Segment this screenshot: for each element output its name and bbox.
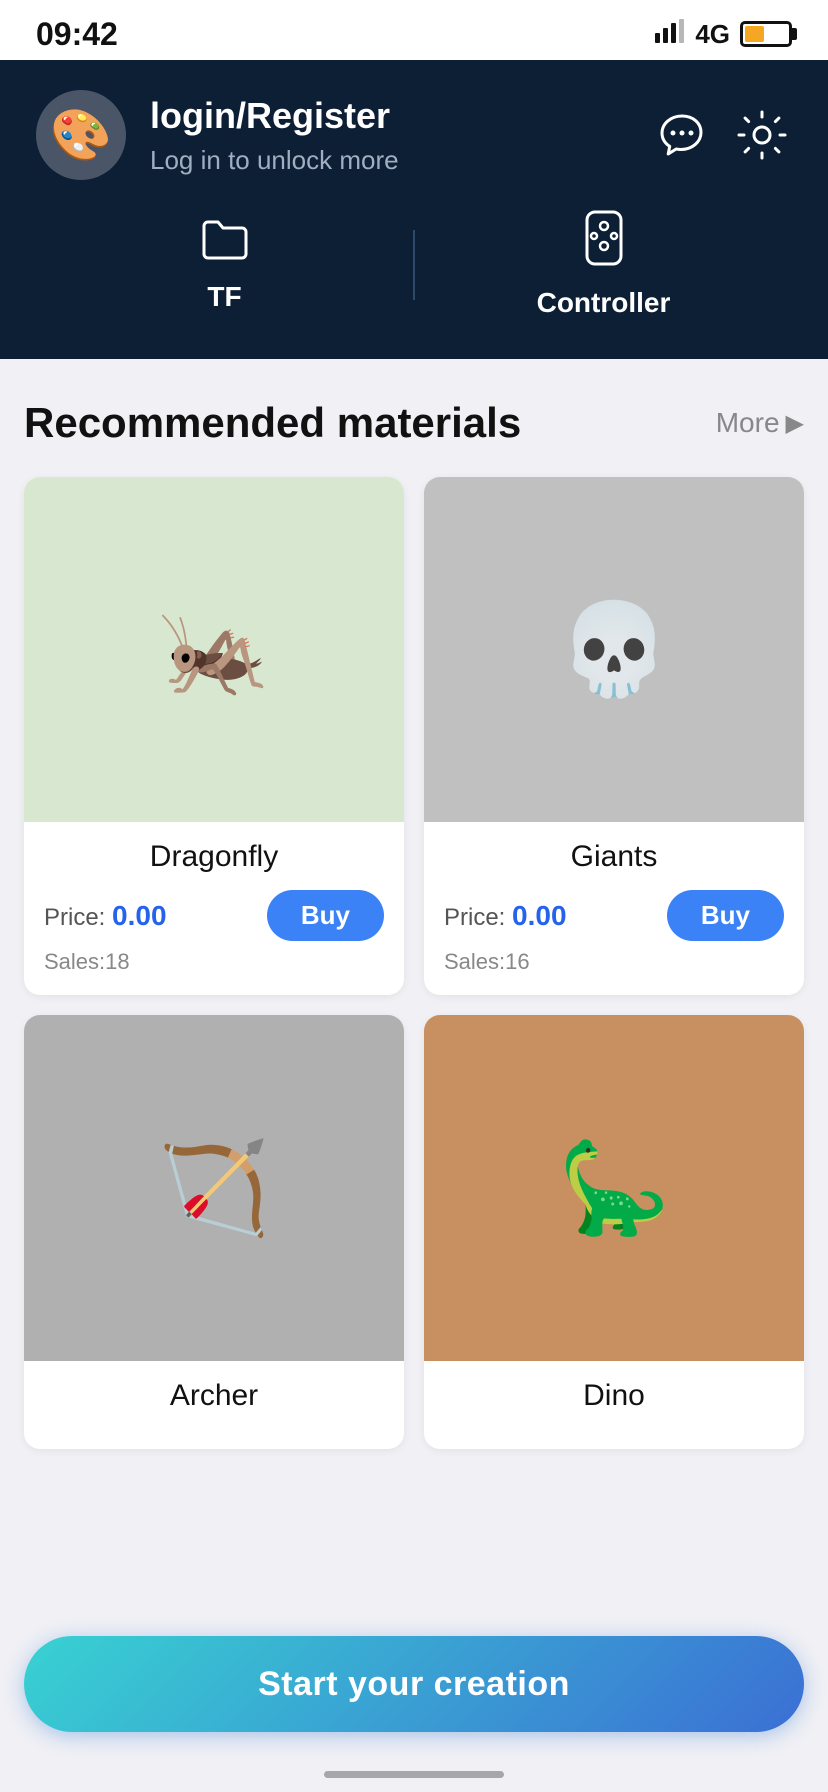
price-value-dragonfly: 0.00 bbox=[112, 900, 167, 931]
material-emoji-dragonfly: 🦗 bbox=[158, 597, 270, 702]
material-card-dragonfly: 🦗 Dragonfly Price: 0.00 Buy Sales:18 bbox=[24, 477, 404, 995]
main-content: Recommended materials More ▶ 🦗 Dragonfly… bbox=[0, 359, 828, 1609]
chat-button[interactable] bbox=[652, 105, 712, 165]
materials-grid: 🦗 Dragonfly Price: 0.00 Buy Sales:18 bbox=[24, 477, 804, 1449]
login-register-text[interactable]: login/Register bbox=[150, 95, 399, 137]
material-name-dragonfly: Dragonfly bbox=[44, 840, 384, 874]
sales-text-giants: Sales:16 bbox=[444, 949, 530, 974]
price-label-dragonfly: Price: bbox=[44, 904, 112, 931]
price-label-giants: Price: bbox=[444, 904, 512, 931]
sales-text-dragonfly: Sales:18 bbox=[44, 949, 130, 974]
buy-button-giants[interactable]: Buy bbox=[667, 890, 784, 941]
material-name-archer: Archer bbox=[44, 1379, 384, 1413]
material-name-dino: Dino bbox=[444, 1379, 784, 1413]
settings-button[interactable] bbox=[732, 105, 792, 165]
header: 🎨 login/Register Log in to unlock more bbox=[0, 60, 828, 359]
header-left: 🎨 login/Register Log in to unlock more bbox=[36, 90, 399, 180]
login-subtitle: Log in to unlock more bbox=[150, 145, 399, 176]
material-emoji-dino: 🦕 bbox=[558, 1136, 670, 1241]
nav-controller-label: Controller bbox=[537, 287, 671, 319]
price-value-giants: 0.00 bbox=[512, 900, 567, 931]
header-top: 🎨 login/Register Log in to unlock more bbox=[36, 90, 792, 180]
status-time: 09:42 bbox=[36, 16, 118, 53]
material-card-giants: 💀 Giants Price: 0.00 Buy Sales:16 bbox=[424, 477, 804, 995]
sales-row-giants: Sales:16 bbox=[444, 949, 784, 975]
start-creation-label: Start your creation bbox=[258, 1665, 570, 1704]
more-label[interactable]: More bbox=[716, 407, 780, 439]
material-name-giants: Giants bbox=[444, 840, 784, 874]
section-header: Recommended materials More ▶ bbox=[24, 399, 804, 447]
material-info-giants: Giants Price: 0.00 Buy Sales:16 bbox=[424, 822, 804, 995]
battery-fill bbox=[745, 26, 764, 42]
buy-button-dragonfly[interactable]: Buy bbox=[267, 890, 384, 941]
status-bar: 09:42 4G bbox=[0, 0, 828, 60]
nav-item-controller[interactable]: Controller bbox=[415, 210, 792, 319]
material-emoji-giants: 💀 bbox=[558, 597, 670, 702]
material-card-dino: 🦕 Dino bbox=[424, 1015, 804, 1448]
material-image-giants: 💀 bbox=[424, 477, 804, 822]
material-price-row-giants: Price: 0.00 Buy bbox=[444, 890, 784, 941]
controller-icon bbox=[581, 210, 627, 277]
chat-icon bbox=[655, 108, 709, 162]
nav-item-tf[interactable]: TF bbox=[36, 216, 413, 313]
material-info-archer: Archer bbox=[24, 1361, 404, 1449]
material-info-dragonfly: Dragonfly Price: 0.00 Buy Sales:18 bbox=[24, 822, 404, 995]
nav-tf-label: TF bbox=[207, 281, 241, 313]
section-title: Recommended materials bbox=[24, 399, 521, 447]
material-info-dino: Dino bbox=[424, 1361, 804, 1449]
header-actions bbox=[652, 105, 792, 165]
material-image-archer: 🏹 bbox=[24, 1015, 404, 1360]
header-nav: TF Controller bbox=[36, 210, 792, 319]
status-icons: 4G bbox=[655, 19, 792, 50]
signal-icon bbox=[655, 19, 685, 50]
material-card-archer: 🏹 Archer bbox=[24, 1015, 404, 1448]
material-price-row-dragonfly: Price: 0.00 Buy bbox=[44, 890, 384, 941]
settings-icon bbox=[735, 108, 789, 162]
more-arrow-icon: ▶ bbox=[786, 409, 804, 438]
battery-icon bbox=[740, 21, 792, 47]
more-link[interactable]: More ▶ bbox=[716, 407, 804, 439]
sales-row-dragonfly: Sales:18 bbox=[44, 949, 384, 975]
material-emoji-archer: 🏹 bbox=[158, 1136, 270, 1241]
home-indicator bbox=[324, 1771, 504, 1778]
folder-icon bbox=[200, 216, 250, 271]
material-image-dragonfly: 🦗 bbox=[24, 477, 404, 822]
avatar[interactable]: 🎨 bbox=[36, 90, 126, 180]
avatar-icon: 🎨 bbox=[50, 106, 112, 165]
start-creation-button[interactable]: Start your creation bbox=[24, 1636, 804, 1732]
header-user-info: login/Register Log in to unlock more bbox=[150, 95, 399, 176]
carrier-label: 4G bbox=[695, 19, 730, 50]
material-image-dino: 🦕 bbox=[424, 1015, 804, 1360]
